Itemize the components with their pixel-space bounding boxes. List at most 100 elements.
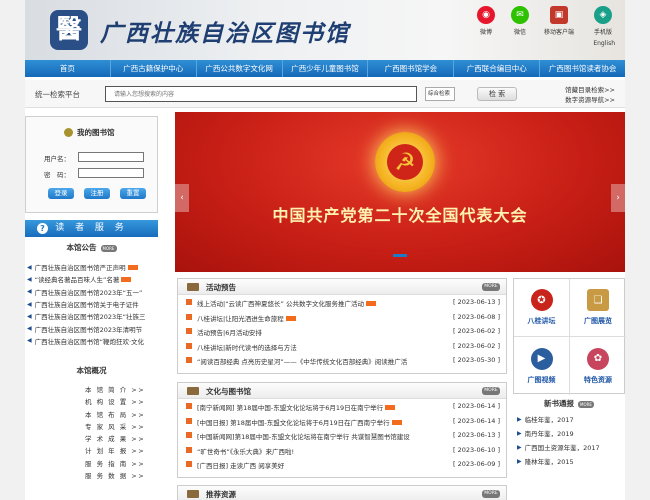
grid-item-video[interactable]: ▶ 广图视频	[514, 337, 570, 395]
password-input[interactable]	[78, 168, 144, 178]
reader-service-button[interactable]: ? 读 者 服 务	[25, 220, 158, 237]
search-button[interactable]: 检 索	[477, 87, 517, 101]
list-item[interactable]: ◀ “读经典名著品百味人生”名著	[27, 273, 158, 285]
book-icon	[187, 283, 199, 291]
my-library-title: 我的图书馆	[64, 127, 115, 138]
library-logo-seal[interactable]: 醫	[50, 10, 88, 50]
new-badge-icon	[385, 405, 396, 410]
list-item[interactable]: ◀ 广西壮族自治区图书馆关于电子证件	[27, 298, 158, 310]
register-button[interactable]: 注册	[84, 188, 110, 199]
overview-item[interactable]: 计 划 年 报 >>	[85, 445, 155, 457]
bullet-icon	[186, 357, 192, 363]
english-link[interactable]: English	[593, 40, 615, 47]
new-books-list: ▶ 临桂年鉴，2017 ▶ 南丹年鉴，2019 ▶ 广西国土资源年鉴，2017 ▶ 隆林…	[517, 412, 625, 468]
banner-prev-icon[interactable]: ‹	[175, 184, 189, 212]
nav-digital-culture[interactable]: 广西公共数字文化网	[197, 60, 283, 77]
table-row[interactable]: 八桂讲坛|让阳光洒进生命旅程[ 2023-06-08 ]	[178, 310, 506, 325]
hero-banner[interactable]: ☭ 中国共产党第二十次全国代表大会 ‹ ›	[175, 112, 625, 272]
overview-item[interactable]: 服 务 指 南 >>	[85, 458, 155, 470]
library-logo-text[interactable]: 广西壮族自治区图书馆	[100, 14, 350, 48]
header-links: ◉ 微博 ✉ 微信 ▣ 移动客户端 ◈ 手机版	[469, 6, 625, 56]
feature-grid: ✪ 八桂讲坛 ❏ 广图展览 ▶ 广图视频 ✿ 特色资源	[513, 278, 626, 395]
table-row[interactable]: 活动预告|6月活动安排[ 2023-06-02 ]	[178, 324, 506, 339]
overview-item[interactable]: 服 务 数 据 >>	[85, 470, 155, 482]
table-row[interactable]: 八桂讲坛|新时代读书的选择与方法[ 2023-06-02 ]	[178, 339, 506, 354]
banner-indicator[interactable]	[393, 254, 407, 257]
nav-ancient-books[interactable]: 广西古籍保护中心	[111, 60, 197, 77]
exhibition-icon: ❏	[587, 289, 609, 311]
list-item[interactable]: ▶ 广西国土资源年鉴，2017	[517, 440, 625, 454]
new-badge-icon	[285, 315, 296, 321]
list-item[interactable]: ◀ 广西壮族自治区图书馆2023年“壮族三	[27, 310, 158, 322]
bullet-icon	[186, 417, 192, 424]
grid-item-bagui-forum[interactable]: ✪ 八桂讲坛	[514, 279, 570, 337]
overview-item[interactable]: 本 馆 布 局 >>	[85, 409, 155, 421]
bullet-icon: ◀	[27, 263, 32, 271]
mobile-icon: ◈	[594, 6, 612, 24]
book-icon	[187, 387, 199, 395]
table-row[interactable]: [南宁新闻网] 第18届中国-东盟文化论坛将于6月19日在南宁举行[ 2023-…	[178, 399, 506, 414]
header-link-weibo[interactable]: ◉ 微博	[469, 6, 503, 56]
bullet-icon: ▶	[517, 429, 522, 437]
mobile-client-icon: ▣	[550, 6, 568, 24]
table-row[interactable]: “旷世奇书”《永乐大典》来广西啦![ 2023-06-10 ]	[178, 443, 506, 458]
reset-button[interactable]: 重置	[120, 188, 146, 199]
main-container: 醫 广西壮族自治区图书馆 ◉ 微博 ✉ 微信 ▣ 移动客户端 ◈ 手机版 Eng…	[25, 0, 626, 500]
table-row[interactable]: “阅读百部经典 点亮历史星河”——《中华传统文化百部经典》阅读推广活[ 2023…	[178, 353, 506, 368]
nav-home[interactable]: 首页	[25, 60, 111, 77]
digital-resource-link[interactable]: 数字资源导航>>	[565, 95, 615, 105]
overview-item[interactable]: 本 馆 简 介 >>	[85, 384, 155, 396]
list-item[interactable]: ▶ 临桂年鉴，2017	[517, 412, 625, 426]
nav-reader-association[interactable]: 广西图书馆读者协会	[540, 60, 625, 77]
new-books-more-button[interactable]: MORE	[578, 400, 594, 408]
activity-title: 活动预告	[206, 283, 236, 292]
announcement-more-button[interactable]: MORE	[100, 244, 117, 252]
new-books-title: 新书通报 MORE	[513, 398, 625, 409]
table-row[interactable]: [中国日报] 第18届中国-东盟文化论坛将于6月19日在广西南宁举行[ 2023…	[178, 414, 506, 429]
announcement-title: 本馆公告 MORE	[25, 242, 158, 253]
overview-item[interactable]: 机 构 设 置 >>	[85, 396, 155, 408]
username-label: 用户名：	[44, 155, 70, 163]
list-item[interactable]: ◀ 广西壮族自治区图书馆2023年“五一”	[27, 286, 158, 298]
header-link-mobile-client[interactable]: ▣ 移动客户端	[537, 6, 581, 56]
banner-headline: 中国共产党第二十次全国代表大会	[272, 206, 528, 225]
catalog-search-link[interactable]: 馆藏目录检索>>	[565, 85, 615, 95]
culture-title: 文化与图书馆	[206, 387, 251, 396]
site-header: 醫 广西壮族自治区图书馆 ◉ 微博 ✉ 微信 ▣ 移动客户端 ◈ 手机版 Eng…	[25, 0, 625, 60]
header-link-wechat[interactable]: ✉ 微信	[503, 6, 537, 56]
grid-item-exhibition[interactable]: ❏ 广图展览	[570, 279, 626, 337]
list-item[interactable]: ◀ 广西壮族自治区图书馆“鞭炮狂欢·文化	[27, 335, 158, 347]
username-input[interactable]	[78, 152, 144, 162]
table-row[interactable]: [中国新闻网]第18届中国-东盟文化论坛将在南宁举行 共谋智慧图书馆建设[ 20…	[178, 428, 506, 443]
list-item[interactable]: ◀ 广西壮族自治区图书馆2023年清明节	[27, 322, 158, 334]
bagui-forum-icon: ✪	[530, 289, 553, 311]
overview-item[interactable]: 学 术 成 果 >>	[85, 433, 155, 445]
list-item[interactable]: ▶ 南丹年鉴，2019	[517, 426, 625, 440]
search-type-select[interactable]: 综合检索	[425, 87, 455, 101]
table-row[interactable]: 线上活动|“云读广西神夏悠长” 公共数字文化服务推广活动[ 2023-06-13…	[178, 295, 506, 310]
nav-cataloging[interactable]: 广西联合编目中心	[454, 60, 541, 77]
activity-more-button[interactable]: MORE	[482, 283, 500, 291]
weibo-icon: ◉	[477, 6, 495, 24]
party-emblem-icon: ☭	[375, 132, 435, 192]
banner-next-icon[interactable]: ›	[611, 184, 625, 212]
header-link-mobile[interactable]: ◈ 手机版	[581, 6, 625, 56]
overview-item[interactable]: 专 家 风 采 >>	[85, 421, 155, 433]
bullet-icon	[186, 461, 192, 467]
announcement-list: ◀ 广西壮族自治区图书馆严正声明 ◀ “读经典名著品百味人生”名著 ◀ 广西壮族自治区…	[27, 261, 158, 347]
grid-item-feature-resource[interactable]: ✿ 特色资源	[570, 337, 626, 395]
resources-more-button[interactable]: MORE	[482, 490, 500, 498]
login-button[interactable]: 登录	[48, 188, 74, 199]
list-item[interactable]: ◀ 广西壮族自治区图书馆严正声明	[27, 261, 158, 273]
search-quick-links: 馆藏目录检索>> 数字资源导航>>	[565, 85, 615, 105]
search-input[interactable]	[105, 86, 417, 102]
resources-title: 推荐资源	[206, 490, 236, 499]
table-row[interactable]: [广西日报] 走读广西 阅享美好[ 2023-06-09 ]	[178, 457, 506, 472]
book-icon	[187, 490, 199, 498]
nav-children-library[interactable]: 广西少年儿童图书馆	[283, 60, 369, 77]
culture-more-button[interactable]: MORE	[482, 387, 500, 395]
list-item[interactable]: ▶ 隆林年鉴，2015	[517, 454, 625, 468]
nav-library-society[interactable]: 广西图书馆学会	[368, 60, 455, 77]
new-badge-icon	[127, 264, 138, 270]
overview-list: 本 馆 简 介 >> 机 构 设 置 >> 本 馆 布 局 >> 专 家 风 采…	[85, 384, 155, 482]
